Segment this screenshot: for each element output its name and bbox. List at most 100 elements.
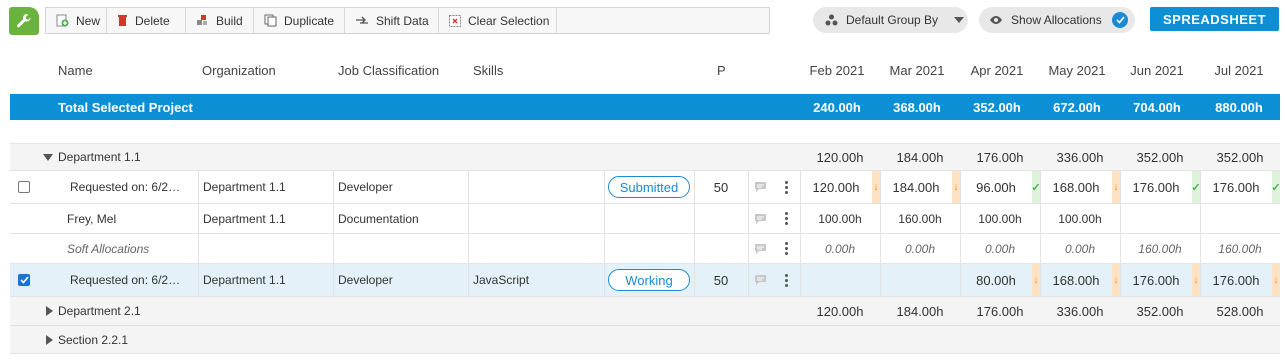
- group-by-dropdown[interactable]: Default Group By: [813, 7, 968, 33]
- month-value[interactable]: 80.00h: [960, 264, 1032, 296]
- more-options-icon[interactable]: [785, 273, 788, 287]
- comment-icon[interactable]: [754, 171, 767, 203]
- month-value[interactable]: 176.00h: [1120, 171, 1192, 203]
- column-header-organization[interactable]: Organization: [202, 63, 276, 78]
- column-header-month: Mar 2021: [889, 63, 945, 78]
- arrow-down-icon: ↓: [1112, 171, 1120, 203]
- month-value: 176.00h: [976, 303, 1024, 319]
- build-button[interactable]: Build: [186, 8, 254, 33]
- more-options-icon[interactable]: [785, 242, 788, 255]
- row-skills: JavaScript: [473, 273, 530, 287]
- table-row[interactable]: Requested on: 6/2… Department 1.1 Develo…: [10, 171, 1281, 204]
- month-value[interactable]: [1200, 204, 1280, 233]
- more-options-icon[interactable]: [785, 212, 788, 225]
- checkmark-icon: ✓: [1191, 171, 1201, 203]
- month-value[interactable]: 96.00h: [960, 171, 1032, 203]
- month-value: 528.00h: [1216, 303, 1264, 319]
- month-value: 184.00h: [896, 149, 944, 165]
- month-value: 176.00h: [976, 149, 1024, 165]
- new-label: New: [76, 13, 101, 28]
- column-header-job-classification[interactable]: Job Classification: [338, 63, 439, 78]
- month-value[interactable]: 120.00h: [800, 171, 872, 203]
- month-value: 0.00h: [984, 241, 1016, 256]
- duplicate-button[interactable]: Duplicate: [254, 8, 345, 33]
- group-label: Department 2.1: [58, 304, 141, 318]
- month-value[interactable]: 176.00h: [1200, 264, 1272, 296]
- app-logo-wrench-icon[interactable]: [9, 7, 39, 35]
- row-p-value: 50: [713, 179, 729, 195]
- arrow-down-icon: ↓: [872, 171, 880, 203]
- eye-icon: [990, 16, 1002, 24]
- row-checkbox[interactable]: [18, 181, 30, 193]
- month-value[interactable]: 168.00h: [1040, 171, 1112, 203]
- row-name[interactable]: Requested on: 6/2…: [70, 264, 196, 296]
- more-options-icon[interactable]: [785, 180, 788, 194]
- row-organization: Department 1.1: [203, 211, 286, 226]
- row-organization: Department 1.1: [203, 273, 286, 287]
- table-row[interactable]: Frey, Mel Department 1.1 Documentation 1…: [10, 204, 1280, 234]
- column-header-p[interactable]: P: [717, 63, 726, 78]
- delete-label: Delete: [135, 13, 170, 28]
- arrow-down-icon: ↓: [1272, 264, 1280, 296]
- month-value: 352.00h: [1216, 149, 1264, 165]
- arrow-down-icon: ↓: [1112, 264, 1120, 296]
- row-job-classification: Developer: [338, 273, 393, 287]
- caret-down-icon: [43, 153, 53, 161]
- month-value[interactable]: 168.00h: [1040, 264, 1112, 296]
- month-value[interactable]: 184.00h: [880, 171, 952, 203]
- arrow-down-icon: ↓: [1192, 264, 1200, 296]
- resource-name[interactable]: Frey, Mel: [67, 204, 116, 233]
- status-badge[interactable]: Working: [608, 269, 690, 291]
- group-toggle[interactable]: Department 2.1: [46, 297, 141, 325]
- month-value: 120.00h: [816, 149, 864, 165]
- shift-data-button[interactable]: Shift Data: [345, 8, 439, 33]
- comment-icon[interactable]: [754, 264, 767, 296]
- row-p-value: 50: [713, 272, 729, 288]
- group-label: Section 2.2.1: [58, 332, 129, 347]
- group-by-label: Default Group By: [846, 13, 939, 27]
- delete-button[interactable]: Delete: [107, 8, 186, 33]
- status-badge[interactable]: Submitted: [608, 176, 690, 198]
- month-value: 184.00h: [896, 303, 944, 319]
- arrow-down-icon: ↓: [952, 171, 960, 203]
- month-value[interactable]: 100.00h: [960, 204, 1040, 233]
- duplicate-label: Duplicate: [284, 13, 335, 28]
- new-button[interactable]: New: [46, 8, 107, 33]
- duplicate-icon: [264, 14, 277, 27]
- row-checkbox-checked[interactable]: [18, 274, 30, 286]
- month-value[interactable]: [1120, 204, 1200, 233]
- month-value: 0.00h: [1064, 241, 1096, 256]
- total-value: 672.00h: [1053, 100, 1101, 115]
- group-toggle[interactable]: Department 1.1: [43, 144, 141, 170]
- month-value[interactable]: 160.00h: [880, 204, 960, 233]
- group-row-section-2-2-1[interactable]: Section 2.2.1: [10, 326, 1280, 354]
- comment-icon[interactable]: [754, 234, 767, 263]
- month-value: 120.00h: [816, 303, 864, 319]
- comment-icon[interactable]: [754, 204, 767, 233]
- month-value: 0.00h: [824, 241, 856, 256]
- month-value: 160.00h: [1218, 241, 1262, 256]
- month-value: 352.00h: [1136, 303, 1184, 319]
- month-value: 160.00h: [1138, 241, 1182, 256]
- checkmark-icon: [1112, 12, 1128, 28]
- group-toggle[interactable]: Section 2.2.1: [46, 326, 128, 353]
- month-value: 336.00h: [1056, 303, 1104, 319]
- month-value[interactable]: 176.00h: [1120, 264, 1192, 296]
- clear-selection-button[interactable]: Clear Selection: [439, 8, 557, 33]
- column-header-month: May 2021: [1048, 63, 1106, 78]
- column-header-skills[interactable]: Skills: [473, 63, 503, 78]
- month-value[interactable]: 100.00h: [1040, 204, 1120, 233]
- spreadsheet-button[interactable]: SPREADSHEET: [1150, 7, 1279, 31]
- column-header-name[interactable]: Name: [58, 63, 93, 78]
- row-name[interactable]: Requested on: 6/2…: [70, 171, 196, 203]
- total-value: 368.00h: [893, 100, 941, 115]
- month-value: 336.00h: [1056, 149, 1104, 165]
- month-value[interactable]: 100.00h: [800, 204, 880, 233]
- group-row-department-1-1[interactable]: Department 1.1 120.00h 184.00h 176.00h 3…: [10, 143, 1280, 171]
- show-allocations-label: Show Allocations: [1011, 13, 1102, 27]
- group-row-department-2-1[interactable]: Department 2.1 120.00h 184.00h 176.00h 3…: [10, 297, 1280, 326]
- month-value[interactable]: 176.00h: [1200, 171, 1272, 203]
- show-allocations-toggle[interactable]: Show Allocations: [979, 7, 1135, 33]
- table-row-selected[interactable]: Requested on: 6/2… Department 1.1 Develo…: [10, 264, 1280, 297]
- shift-arrows-icon: [356, 16, 368, 24]
